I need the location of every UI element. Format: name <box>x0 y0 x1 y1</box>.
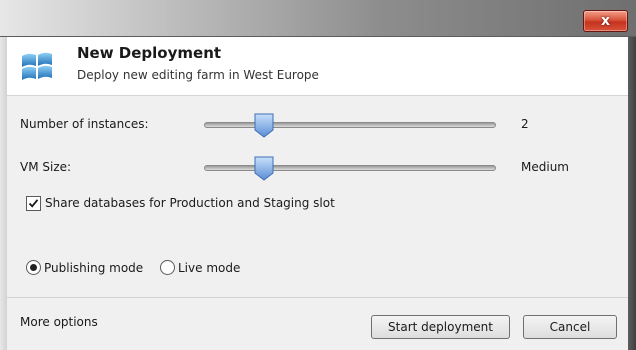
instances-value: 2 <box>521 117 529 131</box>
publishing-mode-label: Publishing mode <box>44 261 144 275</box>
dialog-body: Number of instances: 2 VM Size: Medium S… <box>7 96 628 350</box>
close-icon: x <box>600 13 611 29</box>
title-bar[interactable]: x <box>0 0 636 37</box>
publishing-mode-radio[interactable] <box>26 260 41 275</box>
instances-label: Number of instances: <box>20 117 149 131</box>
dialog-header: New Deployment Deploy new editing farm i… <box>7 37 628 96</box>
instances-slider-thumb[interactable] <box>254 113 274 138</box>
start-deployment-button[interactable]: Start deployment <box>371 315 510 339</box>
vm-size-value: Medium <box>521 160 569 174</box>
share-databases-label: Share databases for Production and Stagi… <box>45 196 335 210</box>
window-border-right <box>628 37 636 350</box>
dialog-subtitle: Deploy new editing farm in West Europe <box>77 68 319 82</box>
close-button[interactable]: x <box>583 10 628 32</box>
checkmark-icon <box>28 199 39 208</box>
dialog-title: New Deployment <box>77 44 222 62</box>
vm-size-slider-track[interactable] <box>204 165 496 171</box>
cancel-button[interactable]: Cancel <box>523 315 617 339</box>
window-border-left <box>0 37 7 350</box>
live-mode-radio[interactable] <box>160 260 175 275</box>
live-mode-label: Live mode <box>178 261 241 275</box>
instances-slider-track[interactable] <box>204 122 496 128</box>
share-databases-checkbox[interactable] <box>26 196 41 211</box>
windows-logo-icon <box>22 52 52 80</box>
vm-size-label: VM Size: <box>20 160 72 174</box>
vm-size-slider-thumb[interactable] <box>254 156 274 181</box>
footer-separator <box>7 297 628 298</box>
radio-selected-dot <box>30 264 37 271</box>
dialog-window: x New Deployment Deploy new editing farm… <box>0 0 636 350</box>
more-options-link[interactable]: More options <box>20 315 98 329</box>
